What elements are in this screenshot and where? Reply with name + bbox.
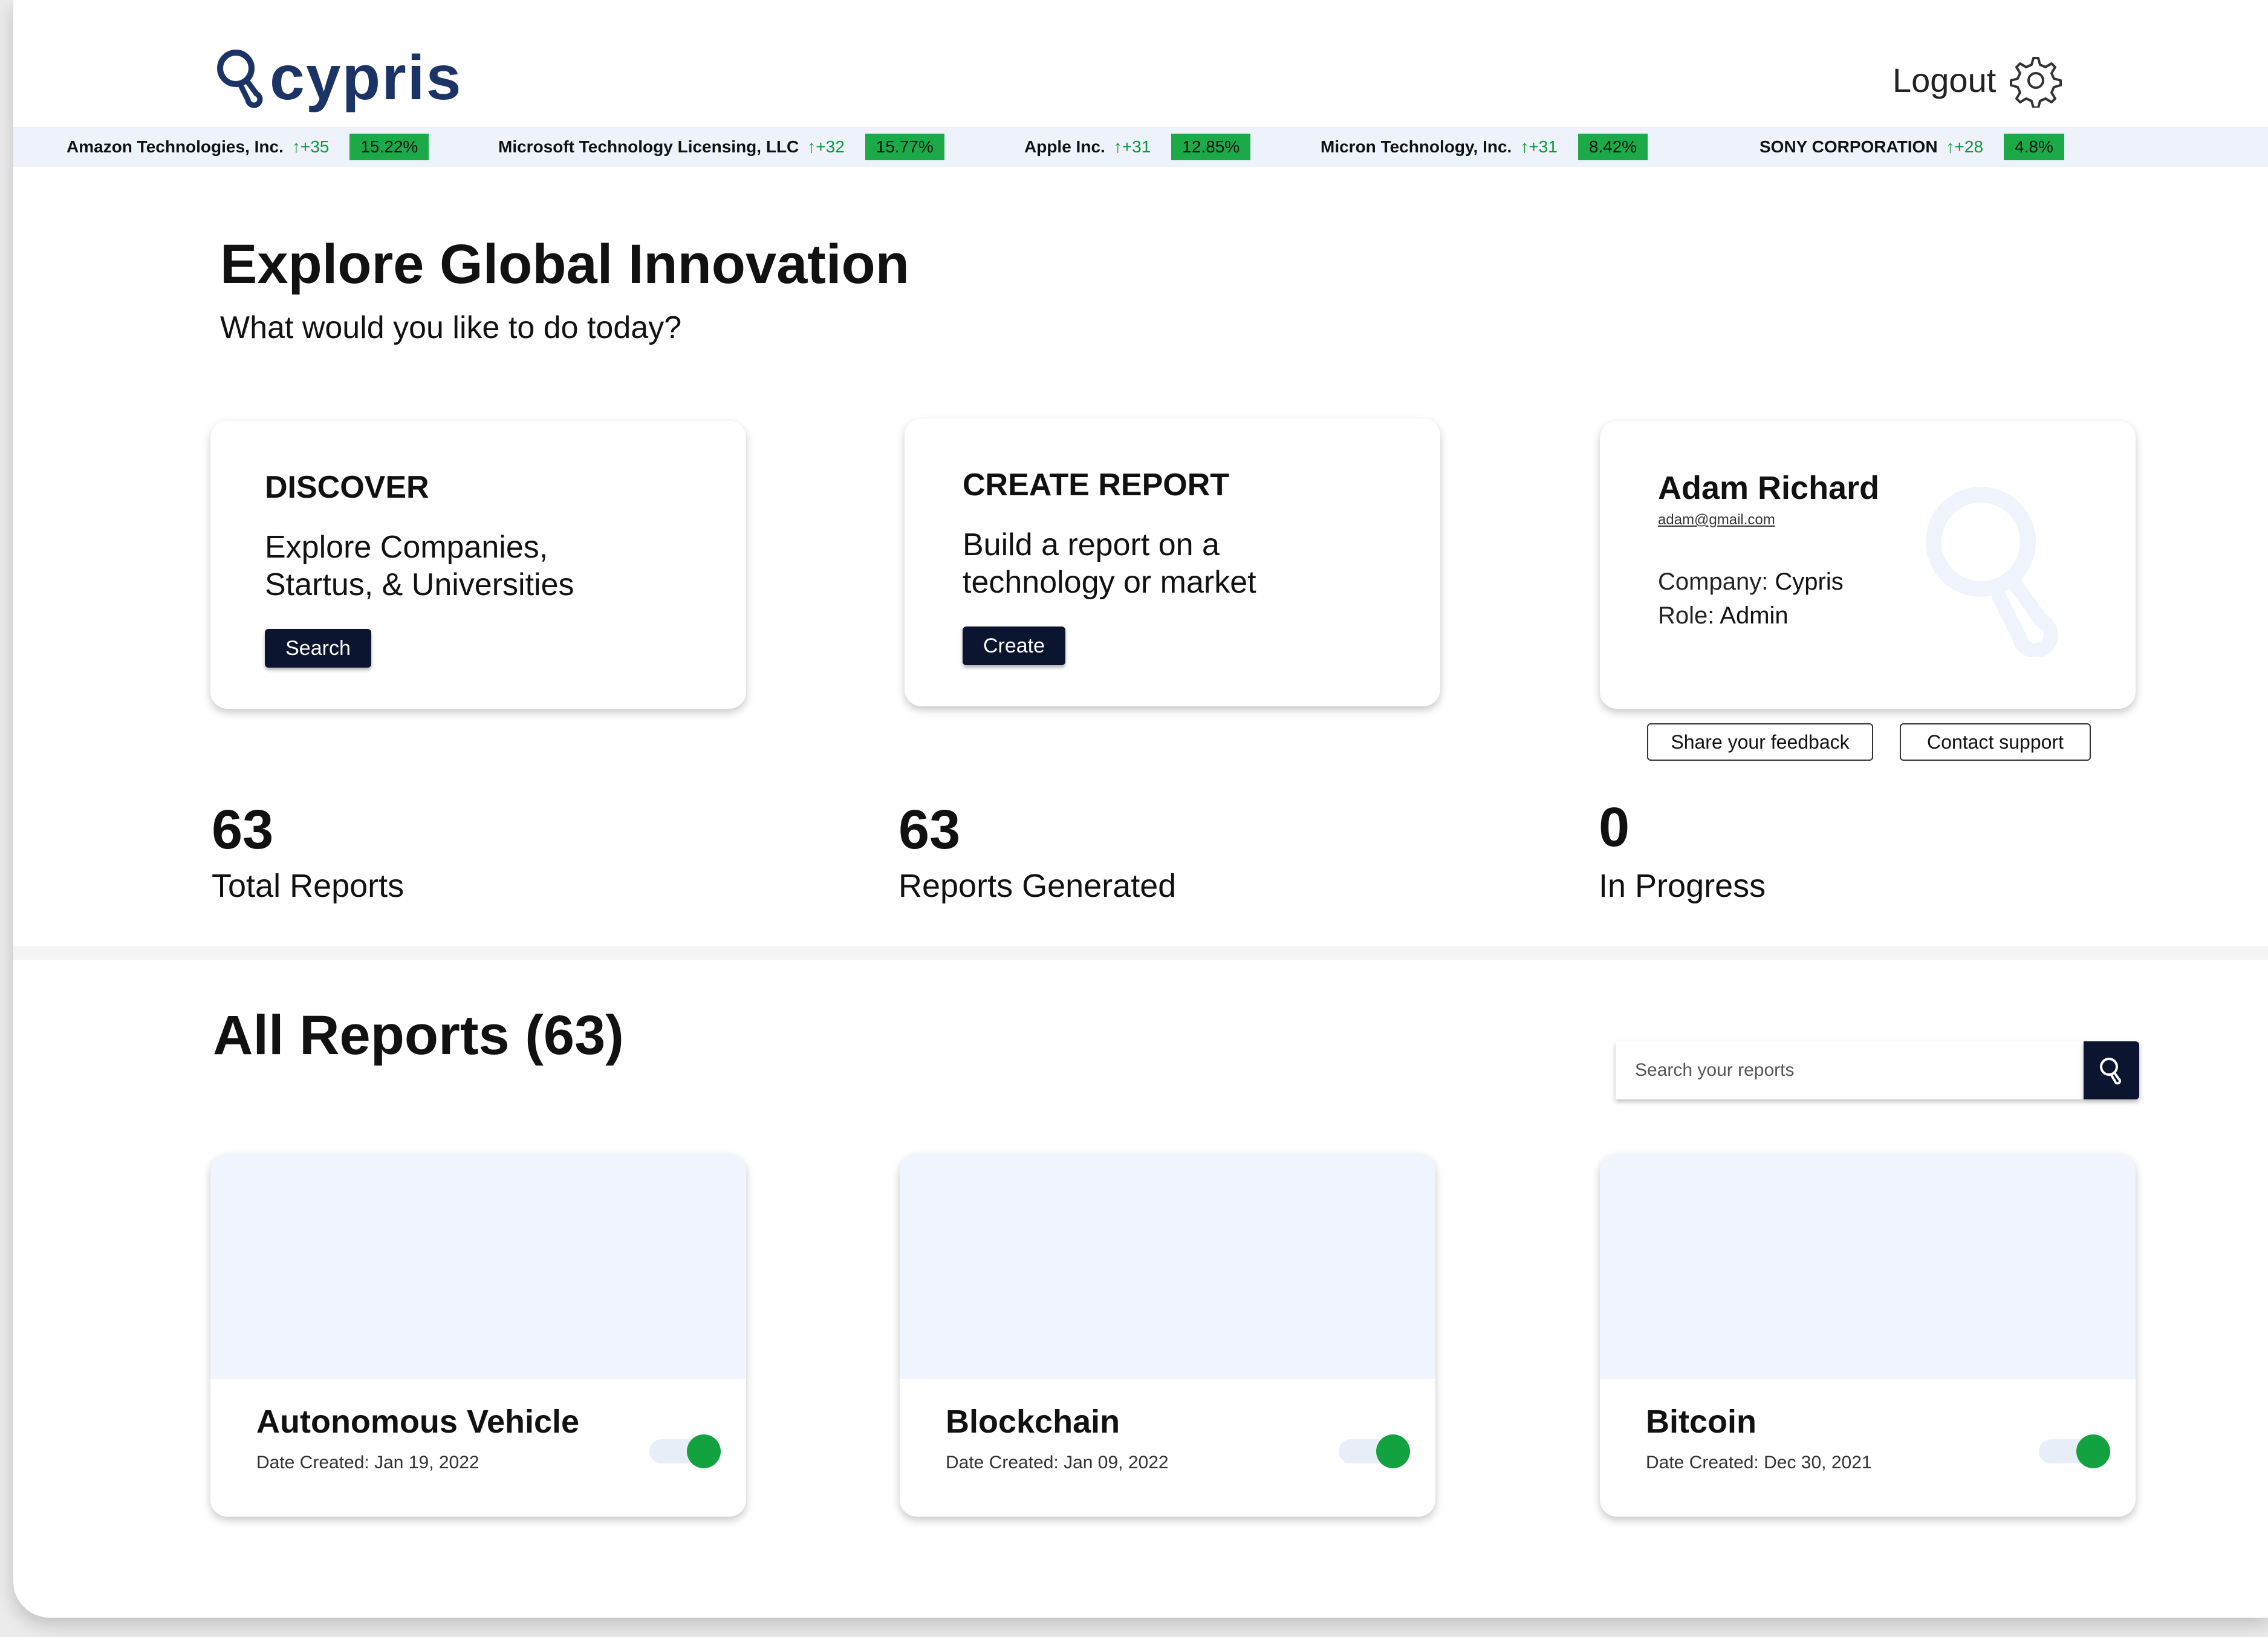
total-reports-label: Total Reports	[212, 868, 405, 904]
total-reports-count: 63	[212, 799, 274, 861]
ticker-item[interactable]: SONY CORPORATION ↑+28 4.8%	[1759, 127, 2064, 167]
ticker-company: SONY CORPORATION	[1759, 137, 1938, 156]
toggle-knob	[1376, 1434, 1410, 1468]
all-reports-title: All Reports (63)	[213, 1004, 624, 1066]
toggle-knob	[2076, 1434, 2110, 1468]
search-submit-button[interactable]	[2084, 1041, 2139, 1099]
discover-line-1: Explore Companies,	[265, 530, 548, 565]
create-report-description: Build a report on a technology or market	[963, 526, 1256, 601]
app-window: cypris Logout Amazon Technologies, Inc. …	[13, 0, 2268, 1618]
create-report-card: CREATE REPORT Build a report on a techno…	[905, 418, 1440, 706]
reports-generated-count: 63	[898, 799, 961, 861]
ticker-item[interactable]: Amazon Technologies, Inc. ↑+35 15.22%	[67, 127, 429, 167]
toggle-knob	[687, 1434, 721, 1468]
in-progress-label: In Progress	[1599, 868, 1766, 904]
discover-heading: DISCOVER	[265, 470, 429, 505]
brand-name: cypris	[270, 43, 463, 113]
user-company: Company: Cypris	[1658, 568, 1844, 596]
ticker-item[interactable]: Microsoft Technology Licensing, LLC ↑+32…	[498, 127, 944, 167]
gear-icon[interactable]	[2009, 53, 2063, 108]
ticker-percent: 15.77%	[865, 134, 944, 160]
report-date: Date Created: Dec 30, 2021	[1646, 1453, 1872, 1473]
ticker-change: +31	[1122, 137, 1151, 156]
report-card[interactable]: Blockchain Date Created: Jan 09, 2022	[900, 1154, 1435, 1517]
ticker-change: +31	[1529, 137, 1558, 156]
report-thumbnail	[1600, 1154, 2136, 1379]
report-toggle[interactable]	[2039, 1434, 2110, 1468]
ticker-company: Micron Technology, Inc.	[1321, 137, 1512, 156]
cypris-logo-icon	[217, 49, 263, 108]
search-icon	[2100, 1058, 2121, 1085]
brand-logo[interactable]: cypris	[213, 42, 462, 114]
discover-line-2: Startus, & Universities	[265, 567, 574, 602]
create-line-1: Build a report on a	[963, 527, 1220, 562]
user-company-value: Cypris	[1775, 568, 1844, 595]
ticker-change: +32	[816, 137, 845, 156]
user-email[interactable]: adam@gmail.com	[1658, 512, 1775, 529]
report-toggle[interactable]	[1339, 1434, 1410, 1468]
page-title: Explore Global Innovation	[220, 233, 909, 295]
reports-generated-label: Reports Generated	[898, 868, 1177, 904]
search-button[interactable]: Search	[265, 629, 371, 668]
user-name: Adam Richard	[1658, 470, 1880, 506]
create-line-2: technology or market	[963, 565, 1256, 600]
report-card[interactable]: Bitcoin Date Created: Dec 30, 2021	[1600, 1154, 2136, 1517]
user-company-label: Company:	[1658, 568, 1775, 595]
report-thumbnail	[210, 1154, 746, 1379]
report-title: Autonomous Vehicle	[256, 1404, 580, 1440]
ticker-company: Microsoft Technology Licensing, LLC	[498, 137, 799, 156]
ticker-item[interactable]: Micron Technology, Inc. ↑+31 8.42%	[1321, 127, 1648, 167]
report-date: Date Created: Jan 19, 2022	[256, 1453, 479, 1473]
user-role: Role: Admin	[1658, 602, 1789, 630]
user-role-value: Admin	[1720, 602, 1789, 629]
create-report-heading: CREATE REPORT	[963, 467, 1230, 503]
report-title: Blockchain	[946, 1404, 1120, 1440]
logout-link[interactable]: Logout	[1893, 60, 1996, 100]
discover-description: Explore Companies, Startus, & Universiti…	[265, 529, 574, 604]
arrow-up-icon: ↑	[1520, 137, 1529, 156]
report-toggle[interactable]	[649, 1434, 721, 1468]
section-divider	[13, 946, 2268, 960]
create-button[interactable]: Create	[963, 626, 1065, 665]
ticker-percent: 4.8%	[2004, 134, 2064, 160]
arrow-up-icon: ↑	[1946, 137, 1955, 156]
search-input[interactable]	[1616, 1041, 2082, 1099]
ticker-percent: 12.85%	[1171, 134, 1251, 160]
ticker-item[interactable]: Apple Inc. ↑+31 12.85%	[1024, 127, 1251, 167]
ticker-change: +35	[300, 137, 330, 156]
ticker-change: +28	[1954, 137, 1984, 156]
share-feedback-button[interactable]: Share your feedback	[1647, 723, 1873, 761]
ticker-company: Amazon Technologies, Inc.	[67, 137, 284, 156]
report-card[interactable]: Autonomous Vehicle Date Created: Jan 19,…	[210, 1154, 746, 1517]
report-title: Bitcoin	[1646, 1404, 1756, 1440]
company-ticker: Amazon Technologies, Inc. ↑+35 15.22% Mi…	[13, 127, 2268, 167]
report-search	[1616, 1041, 2084, 1099]
arrow-up-icon: ↑	[291, 137, 301, 156]
contact-support-button[interactable]: Contact support	[1900, 723, 2091, 761]
ticker-percent: 15.22%	[349, 134, 429, 160]
report-date: Date Created: Jan 09, 2022	[946, 1453, 1169, 1473]
discover-card: DISCOVER Explore Companies, Startus, & U…	[210, 421, 746, 709]
user-profile-card: Adam Richard adam@gmail.com Company: Cyp…	[1600, 421, 2136, 709]
arrow-up-icon: ↑	[1113, 137, 1122, 156]
ticker-company: Apple Inc.	[1024, 137, 1105, 156]
arrow-up-icon: ↑	[807, 137, 816, 156]
page-subtitle: What would you like to do today?	[220, 310, 682, 345]
in-progress-count: 0	[1599, 796, 1630, 858]
report-thumbnail	[900, 1154, 1435, 1379]
ticker-percent: 8.42%	[1578, 134, 1648, 160]
user-role-label: Role:	[1658, 602, 1720, 629]
cypris-watermark-icon	[1926, 487, 2058, 657]
